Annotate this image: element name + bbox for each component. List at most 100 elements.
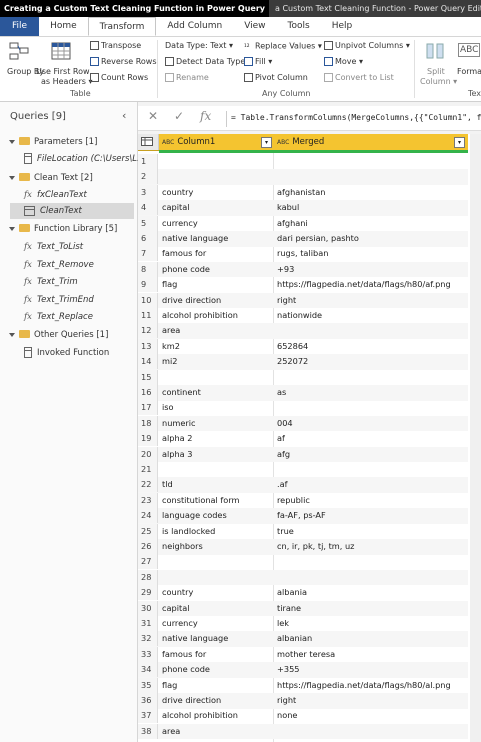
merged-cell[interactable]: cn, ir, pk, tj, tm, uz bbox=[275, 539, 470, 554]
column1-header[interactable]: ABC Column1 bbox=[162, 134, 215, 150]
table-row[interactable]: 11 alcohol prohibition nationwide bbox=[138, 308, 468, 324]
merged-cell[interactable]: lek bbox=[275, 616, 470, 631]
merged-cell[interactable]: afghani bbox=[275, 216, 470, 231]
tab-transform[interactable]: Transform bbox=[87, 17, 157, 36]
table-row[interactable]: 16 continent as bbox=[138, 385, 468, 401]
unpivot-columns-button[interactable]: Unpivot Columns ▾ bbox=[324, 41, 410, 50]
column1-cell[interactable]: phone code bbox=[160, 662, 275, 677]
data-type-dropdown[interactable]: Data Type: Text ▾ bbox=[165, 41, 233, 50]
merged-cell[interactable]: 252072 bbox=[275, 354, 470, 369]
column1-cell[interactable]: country bbox=[160, 185, 275, 200]
column1-cell[interactable]: is landlocked bbox=[160, 524, 275, 539]
table-row[interactable]: 8 phone code +93 bbox=[138, 261, 470, 278]
tab-add-column[interactable]: Add Column bbox=[156, 17, 233, 36]
use-first-row-button[interactable]: Use First Row as Headers ▾ bbox=[35, 40, 92, 86]
detect-data-type-button[interactable]: Detect Data Type bbox=[165, 57, 245, 66]
transpose-button[interactable]: Transpose bbox=[90, 41, 141, 50]
column1-cell[interactable]: mi2 bbox=[160, 354, 275, 369]
column1-cell[interactable]: numeric bbox=[160, 416, 275, 431]
query-item-text-replace[interactable]: fx Text_Replace bbox=[24, 309, 134, 325]
merged-cell[interactable]: albania bbox=[275, 585, 470, 600]
expand-triangle-icon[interactable] bbox=[9, 226, 15, 231]
column1-cell[interactable]: alcohol prohibition bbox=[160, 308, 275, 323]
table-row[interactable]: 6 native language dari persian, pashto bbox=[138, 231, 468, 247]
table-row[interactable]: 25 is landlocked true bbox=[138, 523, 470, 540]
table-row[interactable]: 14 mi2 252072 bbox=[138, 354, 468, 370]
tab-help[interactable]: Help bbox=[321, 17, 364, 36]
column1-cell[interactable]: km2 bbox=[160, 339, 275, 354]
column1-cell[interactable]: neighbors bbox=[160, 539, 275, 554]
query-item-invoked-function[interactable]: Invoked Function bbox=[24, 345, 134, 361]
vertical-scrollbar[interactable] bbox=[470, 134, 481, 742]
column1-cell[interactable]: alcohol prohibition bbox=[160, 708, 275, 723]
merged-cell[interactable]: dari persian, pashto bbox=[275, 231, 470, 246]
table-row[interactable]: 29 country albania bbox=[138, 585, 468, 601]
count-rows-button[interactable]: Count Rows bbox=[90, 73, 148, 82]
table-row[interactable]: 3 country afghanistan bbox=[138, 184, 470, 201]
fx-icon[interactable]: fx bbox=[200, 109, 211, 123]
merged-cell[interactable]: albanian bbox=[275, 631, 470, 646]
table-row[interactable]: 27 bbox=[138, 554, 468, 570]
table-row[interactable]: 20 alpha 3 afg bbox=[138, 446, 470, 463]
merged-cell[interactable]: .af bbox=[275, 477, 470, 492]
table-row[interactable]: 5 currency afghani bbox=[138, 215, 470, 232]
column1-cell[interactable]: phone code bbox=[160, 262, 275, 277]
merged-cell[interactable]: right bbox=[275, 293, 470, 308]
merged-cell[interactable]: kabul bbox=[275, 200, 470, 215]
query-folder-clean-text[interactable]: Clean Text [2] bbox=[9, 170, 133, 186]
merged-cell[interactable]: 004 bbox=[275, 416, 470, 431]
query-item-text-trimend[interactable]: fx Text_TrimEnd bbox=[24, 292, 134, 308]
column1-cell[interactable]: area bbox=[160, 323, 275, 338]
merged-cell[interactable]: +93 bbox=[275, 262, 470, 277]
table-menu-button[interactable] bbox=[138, 134, 159, 150]
table-row[interactable]: 1 bbox=[138, 154, 468, 170]
column1-cell[interactable]: currency bbox=[160, 216, 275, 231]
column1-cell[interactable]: area bbox=[160, 724, 275, 739]
table-row[interactable]: 4 capital kabul bbox=[138, 200, 468, 216]
column1-cell[interactable]: native language bbox=[160, 631, 275, 646]
query-item-cleantext[interactable]: CleanText bbox=[10, 203, 134, 219]
query-folder-function-library[interactable]: Function Library [5] bbox=[9, 221, 133, 237]
table-row[interactable]: 32 native language albanian bbox=[138, 631, 468, 647]
collapse-pane-icon[interactable]: ‹ bbox=[122, 109, 126, 122]
column1-cell[interactable]: famous for bbox=[160, 647, 275, 662]
expand-triangle-icon[interactable] bbox=[9, 175, 15, 180]
table-row[interactable]: 24 language codes fa-AF, ps-AF bbox=[138, 508, 468, 524]
table-row[interactable]: 15 bbox=[138, 369, 468, 386]
table-row[interactable]: 9 flag https://flagpedia.net/data/flags/h8… bbox=[138, 277, 468, 293]
merged-cell[interactable]: 652864 bbox=[275, 339, 470, 354]
expand-triangle-icon[interactable] bbox=[9, 332, 15, 337]
table-row[interactable]: 10 drive direction right bbox=[138, 292, 470, 309]
table-row[interactable]: 33 famous for mother teresa bbox=[138, 646, 468, 663]
move-button[interactable]: Move ▾ bbox=[324, 57, 363, 66]
merged-cell[interactable]: nationwide bbox=[275, 308, 470, 323]
merged-header[interactable]: ABC Merged bbox=[277, 134, 324, 150]
merged-cell[interactable]: as bbox=[275, 385, 470, 400]
table-row[interactable]: 22 tld .af bbox=[138, 477, 468, 493]
column1-cell[interactable]: native language bbox=[160, 231, 275, 246]
table-row[interactable]: 18 numeric 004 bbox=[138, 415, 470, 432]
merged-cell[interactable]: true bbox=[275, 524, 470, 539]
merged-cell[interactable]: afghanistan bbox=[275, 185, 470, 200]
reverse-rows-button[interactable]: Reverse Rows bbox=[90, 57, 157, 66]
table-row[interactable]: 23 constitutional form republic bbox=[138, 492, 468, 509]
fill-button[interactable]: Fill ▾ bbox=[244, 57, 272, 66]
query-folder-parameters[interactable]: Parameters [1] bbox=[9, 134, 133, 150]
split-column-button[interactable]: Split Column ▾ bbox=[420, 40, 457, 86]
table-row[interactable]: 36 drive direction right bbox=[138, 693, 468, 709]
query-item-fxcleantext[interactable]: fx fxCleanText bbox=[24, 187, 134, 203]
column1-cell[interactable]: constitutional form bbox=[160, 493, 275, 508]
column1-cell[interactable]: country bbox=[160, 585, 275, 600]
merged-cell[interactable]: fa-AF, ps-AF bbox=[275, 508, 470, 523]
pivot-column-button[interactable]: Pivot Column bbox=[244, 73, 308, 82]
tab-view[interactable]: View bbox=[233, 17, 276, 36]
group-by-button[interactable]: Group By bbox=[4, 40, 44, 86]
column1-cell[interactable]: famous for bbox=[160, 246, 275, 261]
merged-cell[interactable]: afg bbox=[275, 447, 470, 462]
merged-cell[interactable]: +355 bbox=[275, 662, 470, 677]
tab-file[interactable]: File bbox=[0, 17, 40, 36]
formula-input[interactable]: = Table.TransformColumns(MergeColumns,{{… bbox=[226, 111, 481, 127]
table-row[interactable]: 21 bbox=[138, 462, 468, 478]
table-row[interactable]: 17 iso bbox=[138, 400, 468, 416]
table-row[interactable]: 13 km2 652864 bbox=[138, 338, 470, 355]
